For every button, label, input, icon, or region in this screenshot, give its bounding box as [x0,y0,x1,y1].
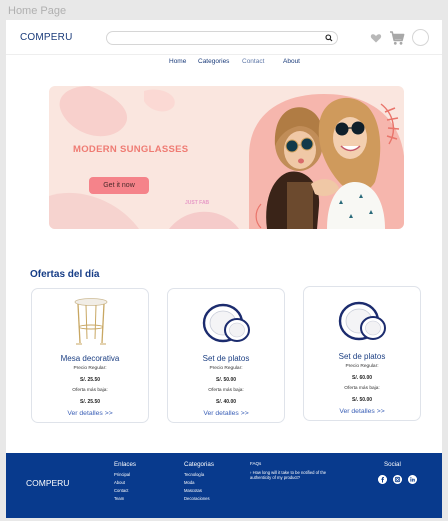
footer-link-team[interactable]: Team [114,495,136,503]
offers-title: Ofertas del día [30,269,100,280]
justfab-logo: JUST FAB [185,200,210,206]
offer-price: S/. 50.00 [351,397,372,403]
linkedin-icon[interactable] [408,475,417,484]
search-icon[interactable] [324,33,334,43]
product-name[interactable]: Mesa decorativa [32,354,148,363]
regular-price-label: Precio Regular: [209,366,243,371]
footer-category-moda[interactable]: Moda [184,479,214,487]
get-it-now-button[interactable]: Get it now [89,177,149,194]
regular-price-label: Precio Regular: [73,366,107,371]
offer-price-label: Oferta más baja: [344,386,380,391]
view-details-link[interactable]: Ver detalles >> [168,410,284,417]
product-card[interactable]: Set de platos Precio Regular: S/. 60.00 … [303,286,421,421]
banner-title: MODERN SUNGLASSES [73,144,189,155]
canvas-label: Home Page [8,5,67,17]
product-card[interactable]: Mesa decorativa Precio Regular: S/. 25.5… [31,288,149,423]
faq-question-text[interactable]: How long will it take to be notified of … [250,470,326,480]
banner-artwork [49,86,404,229]
heart-icon[interactable] [370,32,382,44]
footer-link-about[interactable]: About [114,479,136,487]
regular-price: S/. 25.50 [79,377,100,383]
regular-price-label: Precio Regular: [345,364,379,369]
footer-categories-title: Categorias [184,461,214,468]
faq-title: FAQs [250,461,262,466]
footer-link-principal[interactable]: Principal [114,471,136,479]
social-title: Social [384,461,401,468]
instagram-icon[interactable] [393,475,402,484]
hero-banner[interactable]: MODERN SUNGLASSES Get it now JUST FAB [49,86,404,229]
regular-price: S/. 50.00 [215,377,236,383]
faq-question[interactable]: › How long will it take to be notified o… [250,470,335,480]
search-input[interactable] [106,31,338,45]
view-details-link[interactable]: Ver detalles >> [304,408,420,415]
plate-set-image [338,301,386,341]
offer-price-label: Oferta más baja: [72,388,108,393]
regular-price: S/. 60.00 [351,375,372,381]
product-card[interactable]: Set de platos Precio Regular: S/. 50.00 … [167,288,285,423]
footer-categories-column: Categorias Tecnología Moda Mascotas Deco… [184,461,214,503]
footer-links-column: Enlaces Principal About Contact Team [114,461,136,503]
user-avatar[interactable] [412,29,429,46]
nav-item-home[interactable]: Home [169,58,186,65]
cart-icon[interactable] [389,30,405,46]
nav-item-categories[interactable]: Categories [198,58,229,65]
nav-item-contact[interactable]: Contact [242,58,264,65]
offer-price-label: Oferta más baja: [208,388,244,393]
footer-category-tecnologia[interactable]: Tecnología [184,471,214,479]
offer-price: S/. 25.50 [79,399,100,405]
plate-set-image [202,303,250,343]
facebook-icon[interactable] [378,475,387,484]
footer-brand[interactable]: COMPERU [26,478,69,488]
product-name[interactable]: Set de platos [168,354,284,363]
footer-link-contact[interactable]: Contact [114,487,136,495]
footer-links-title: Enlaces [114,461,137,468]
footer-category-decoraciones[interactable]: Decoraciones [184,495,214,503]
offer-price: S/. 40.00 [215,399,236,405]
main-nav: Home Categories Contact About [6,58,442,70]
view-details-link[interactable]: Ver detalles >> [32,410,148,417]
header: COMPERU [6,20,442,55]
footer-category-mascotas[interactable]: Mascotas [184,487,214,495]
footer: COMPERU Enlaces Principal About Contact … [6,453,442,518]
brand-logo[interactable]: COMPERU [20,32,73,43]
nav-item-about[interactable]: About [283,58,300,65]
page-frame: COMPERU Home Categories Contact About MO… [6,20,442,518]
product-name[interactable]: Set de platos [304,352,420,361]
side-table-image [74,298,108,345]
